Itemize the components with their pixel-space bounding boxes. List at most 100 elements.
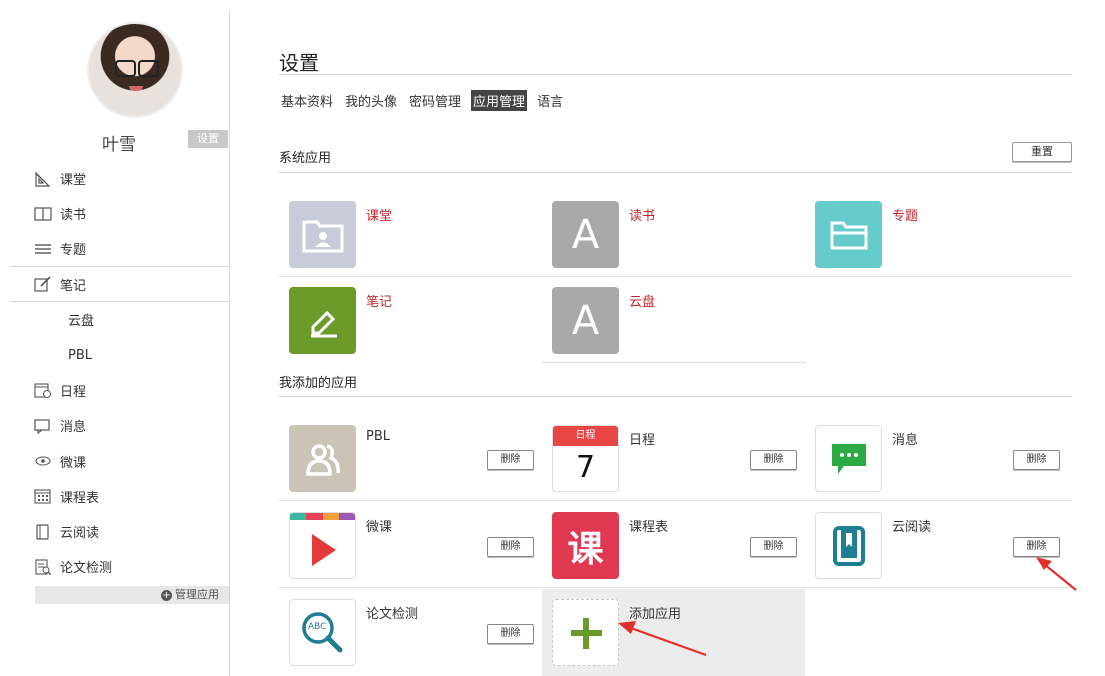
- book-icon: [34, 206, 52, 222]
- sidebar-item-note[interactable]: 笔记: [10, 267, 230, 303]
- system-apps-row: 课堂 A 读书 专题: [279, 191, 1072, 277]
- my-apps-heading: 我添加的应用: [279, 376, 358, 391]
- classroom-folder-icon: [289, 201, 356, 268]
- avatar-glasses: [115, 60, 159, 77]
- book-reader-icon: [815, 512, 882, 579]
- app-tile-paper-check[interactable]: ABC 论文检测 删除: [279, 589, 542, 675]
- tab-language[interactable]: 语言: [535, 90, 565, 111]
- delete-button[interactable]: 删除: [487, 624, 534, 644]
- reader-icon: [34, 524, 52, 540]
- color-stripe: [290, 513, 355, 520]
- sidebar-item-label: 消息: [60, 420, 87, 436]
- sidebar-item-message[interactable]: 消息: [10, 408, 230, 443]
- add-app-tile[interactable]: 添加应用: [542, 589, 805, 676]
- app-letter: A: [571, 211, 600, 258]
- system-apps-heading: 系统应用: [279, 151, 332, 166]
- add-app-label: 添加应用: [629, 607, 682, 622]
- tab-password[interactable]: 密码管理: [407, 90, 463, 111]
- app-tile-topic[interactable]: 专题: [805, 191, 1068, 277]
- tab-basic-info[interactable]: 基本资料: [279, 90, 335, 111]
- sidebar-item-microlesson[interactable]: 微课: [10, 443, 230, 478]
- sidebar-item-label: 课堂: [60, 173, 87, 189]
- app-tile-classroom[interactable]: 课堂: [279, 191, 542, 277]
- sidebar-item-book[interactable]: 读书: [10, 196, 230, 231]
- app-name: 日程: [629, 433, 656, 448]
- divider: [279, 396, 1072, 397]
- app-name: 课堂: [366, 209, 393, 224]
- paper-check-icon: [34, 559, 52, 576]
- sidebar-item-topic[interactable]: 专题: [10, 232, 230, 267]
- app-tile-cloud-disk[interactable]: A 云盘: [542, 277, 806, 363]
- play-icon: [289, 512, 356, 579]
- my-apps-row: 微课 删除 课 课程表 删除 云阅读 删除: [279, 502, 1072, 588]
- app-name: 云盘: [629, 295, 656, 310]
- pencil-icon: [289, 287, 356, 354]
- divider: [279, 172, 1072, 173]
- plus-circle-icon: +: [161, 590, 172, 601]
- sidebar-item-timetable[interactable]: 课程表: [10, 479, 230, 514]
- delete-button[interactable]: 删除: [750, 537, 797, 557]
- delete-button[interactable]: 删除: [487, 537, 534, 557]
- abc-label: ABC: [308, 622, 327, 632]
- sidebar-item-pbl[interactable]: PBL: [10, 337, 230, 372]
- sidebar-item-classroom[interactable]: 课堂: [10, 161, 230, 196]
- page-title: 设置: [279, 51, 319, 75]
- delete-button[interactable]: 删除: [750, 450, 797, 470]
- sidebar-item-paper-check[interactable]: 论文检测: [10, 549, 230, 584]
- app-name: 读书: [629, 209, 656, 224]
- app-name: 论文检测: [366, 607, 419, 622]
- avatar-mouth: [129, 86, 143, 91]
- calendar-icon: [34, 382, 52, 399]
- sidebar-nav: 课堂 读书 专题 笔记 云盘 PBL 日程 消息 微课 课程表 云阅读 论文检测: [10, 161, 230, 585]
- ke-character-icon: 课: [552, 512, 619, 579]
- app-name: 云阅读: [892, 520, 932, 535]
- delete-button[interactable]: 删除: [1013, 537, 1060, 557]
- delete-button[interactable]: 删除: [487, 450, 534, 470]
- sidebar-item-cloud-reading[interactable]: 云阅读: [10, 514, 230, 549]
- sidebar-item-cloud-disk[interactable]: 云盘: [10, 302, 230, 337]
- calendar-page-icon: 日程 7: [552, 425, 619, 492]
- app-tile-timetable[interactable]: 课 课程表 删除: [542, 502, 805, 588]
- reset-button[interactable]: 重置: [1012, 142, 1072, 162]
- app-tile-schedule[interactable]: 日程 7 日程 删除: [542, 415, 805, 501]
- app-tile-note[interactable]: 笔记: [279, 277, 542, 363]
- calendar-badge: 日程: [553, 426, 618, 446]
- app-tile-reading[interactable]: A 读书: [542, 191, 805, 277]
- my-apps-row: PBL 删除 日程 7 日程 删除 消息 删除: [279, 415, 1072, 501]
- tab-app-management[interactable]: 应用管理: [471, 90, 528, 111]
- settings-tag[interactable]: 设置: [188, 130, 228, 148]
- abc-magnifier-icon: ABC: [289, 599, 356, 666]
- manage-apps-label: 管理应用: [175, 588, 219, 601]
- app-letter: A: [571, 297, 600, 344]
- delete-button[interactable]: 删除: [1013, 450, 1060, 470]
- tab-my-avatar[interactable]: 我的头像: [343, 90, 399, 111]
- app-tile-microlesson[interactable]: 微课 删除: [279, 502, 542, 588]
- sidebar-item-schedule[interactable]: 日程: [10, 373, 230, 408]
- app-name: 课程表: [629, 520, 669, 535]
- divider: [279, 74, 1072, 75]
- app-tile-pbl[interactable]: PBL 删除: [279, 415, 542, 501]
- app-tile-message[interactable]: 消息 删除: [805, 415, 1068, 501]
- main-content: 设置 基本资料 我的头像 密码管理 应用管理 语言 系统应用 重置 课堂 A 读…: [279, 0, 1074, 676]
- my-apps-row: ABC 论文检测 删除 添加应用: [279, 589, 1072, 676]
- classroom-icon: [34, 171, 52, 187]
- app-name: PBL: [366, 429, 391, 444]
- sidebar-item-label: 云阅读: [60, 526, 100, 542]
- app-tile-cloud-reading[interactable]: 云阅读 删除: [805, 502, 1068, 588]
- timetable-icon: [34, 488, 52, 504]
- system-apps-row: 笔记 A 云盘: [279, 277, 1072, 363]
- sidebar-item-label: 日程: [60, 384, 87, 400]
- manage-apps-button[interactable]: + 管理应用: [35, 586, 229, 604]
- app-name: 笔记: [366, 295, 393, 310]
- topic-icon: [34, 241, 52, 257]
- username: 叶雪: [102, 135, 136, 155]
- app-name: 专题: [892, 209, 919, 224]
- plus-icon: [552, 599, 619, 666]
- eye-icon: [34, 453, 52, 469]
- sidebar-item-label: PBL: [68, 347, 93, 363]
- sidebar-item-label: 专题: [60, 243, 87, 259]
- sidebar-item-label: 论文检测: [60, 561, 113, 577]
- message-icon: [34, 418, 52, 434]
- app-name: 微课: [366, 520, 393, 535]
- avatar[interactable]: [87, 22, 183, 118]
